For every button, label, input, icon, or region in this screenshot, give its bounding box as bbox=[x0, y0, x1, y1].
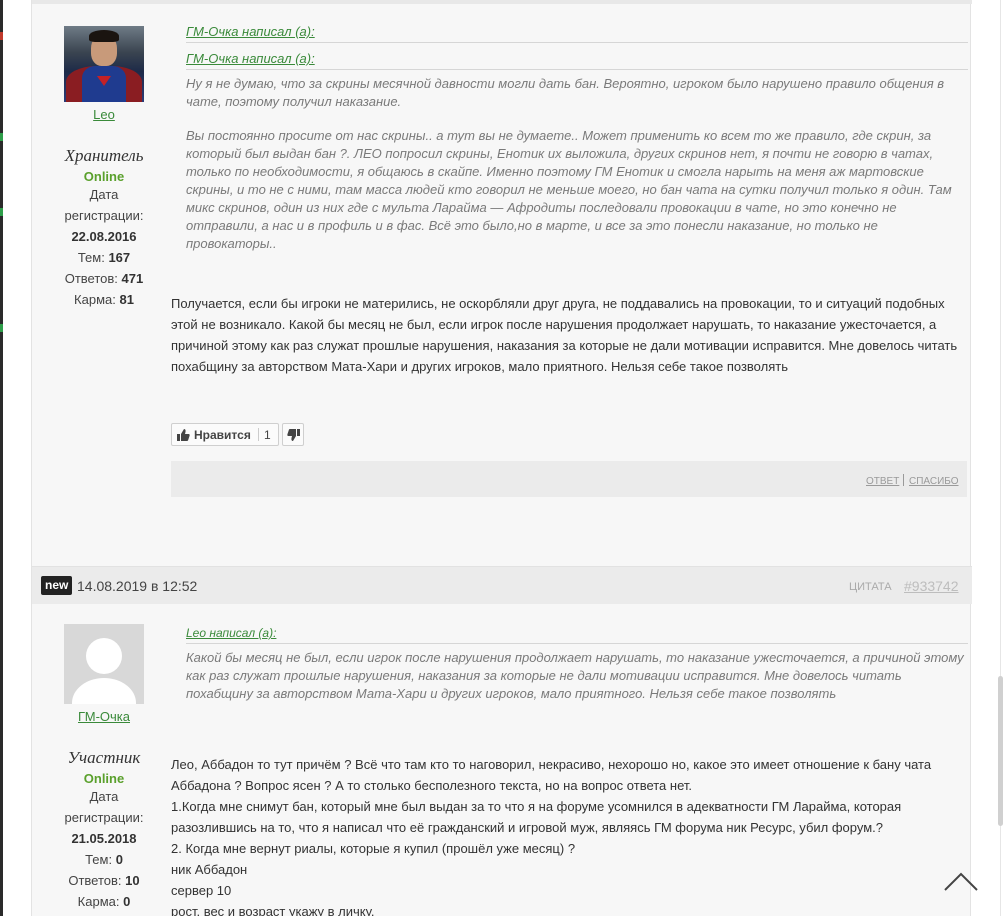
quote-outer: ГМ-Очка написал (а): ГМ-Очка написал (а)… bbox=[186, 24, 968, 253]
edge-marker bbox=[0, 32, 3, 40]
quote-author-link[interactable]: Leo написал (а): bbox=[186, 626, 968, 644]
divider bbox=[903, 474, 904, 486]
left-edge-strip bbox=[0, 0, 3, 916]
karma-count: 81 bbox=[119, 292, 134, 307]
replies-label: Ответов: bbox=[64, 271, 118, 286]
reg-date: 21.05.2018 bbox=[71, 831, 137, 846]
page-scrollbar[interactable] bbox=[997, 0, 1005, 916]
reg-date: 22.08.2016 bbox=[71, 229, 137, 244]
post-line: сервер 10 bbox=[171, 883, 232, 898]
author-role: Участник bbox=[67, 748, 141, 767]
post-actions-bar: ответ спасибо bbox=[171, 461, 967, 497]
post-line: Лео, Аббадон то тут причём ? Всё что там… bbox=[171, 757, 932, 793]
quote-outer: Leo написал (а): Какой бы месяц не был, … bbox=[186, 626, 968, 703]
online-status: Online bbox=[83, 169, 125, 184]
quote-button[interactable]: ЦИТАТА bbox=[849, 581, 892, 593]
reg-label: Дата bbox=[89, 187, 119, 202]
quote-author-link[interactable]: ГМ-Очка написал (а): bbox=[186, 51, 968, 70]
avatar[interactable] bbox=[64, 26, 144, 102]
karma-count: 0 bbox=[123, 894, 131, 909]
new-badge: new bbox=[41, 576, 73, 595]
edge-marker bbox=[0, 324, 3, 332]
edge-marker bbox=[0, 133, 3, 141]
like-count: 1 bbox=[264, 428, 271, 442]
post-body: Лео, Аббадон то тут причём ? Всё что там… bbox=[171, 754, 967, 916]
quote-text: Какой бы месяц не был, если игрок после … bbox=[186, 650, 964, 701]
user-placeholder-icon[interactable] bbox=[64, 624, 144, 704]
thanks-link[interactable]: спасибо bbox=[909, 476, 959, 487]
edge-marker bbox=[0, 208, 3, 216]
author-stats: Дата регистрации: 21.05.2018 Тем: 0 Отве… bbox=[44, 786, 164, 912]
scrollbar-thumb[interactable] bbox=[998, 676, 1003, 826]
author-role: Хранитель bbox=[64, 146, 144, 165]
post-line: рост, вес и возраст укажу в личку. bbox=[171, 904, 375, 916]
divider bbox=[258, 428, 259, 441]
reply-link[interactable]: ответ bbox=[866, 476, 899, 487]
post-permalink[interactable]: #933742 bbox=[904, 578, 959, 594]
author-name-link[interactable]: Leo bbox=[44, 107, 164, 122]
reg-label: регистрации: bbox=[64, 810, 144, 825]
author-name-link[interactable]: ГМ-Очка bbox=[44, 709, 164, 724]
post-author-panel: Leo Хранитель Online Дата регистрации: 2… bbox=[44, 26, 164, 310]
online-status: Online bbox=[83, 771, 125, 786]
dislike-button[interactable] bbox=[282, 423, 304, 446]
post-body: Получается, если бы игроки не матерились… bbox=[171, 296, 958, 374]
author-stats: Дата регистрации: 22.08.2016 Тем: 167 От… bbox=[44, 184, 164, 310]
thumbs-down-icon bbox=[287, 429, 300, 441]
replies-label: Ответов: bbox=[68, 873, 122, 888]
replies-count: 10 bbox=[125, 873, 140, 888]
quote-inner-text: Ну я не думаю, что за скрины месячной да… bbox=[186, 76, 945, 109]
post-line: ник Аббадон bbox=[171, 862, 248, 877]
like-label: Нравится bbox=[194, 428, 251, 442]
post-top-border bbox=[32, 0, 972, 4]
quote-outer-text: Вы постоянно просите от нас скрины.. а т… bbox=[186, 128, 952, 251]
topics-label: Тем: bbox=[77, 250, 105, 265]
topics-count: 0 bbox=[115, 852, 123, 867]
reg-label: регистрации: bbox=[64, 208, 144, 223]
thumbs-up-icon bbox=[177, 429, 190, 441]
topics-label: Тем: bbox=[85, 852, 113, 867]
post-line: 1.Когда мне снимут бан, который мне был … bbox=[171, 799, 902, 835]
post-author-panel: ГМ-Очка Участник Online Дата регистрации… bbox=[44, 624, 164, 912]
replies-count: 471 bbox=[121, 271, 144, 286]
karma-label: Карма: bbox=[74, 292, 116, 307]
post-line: 2. Когда мне вернут риалы, которые я куп… bbox=[171, 841, 576, 856]
scroll-top-chevron-icon[interactable] bbox=[943, 868, 979, 896]
post-date: 14.08.2019 в 12:52 bbox=[77, 578, 198, 594]
karma-label: Карма: bbox=[77, 894, 120, 909]
post-header: new 14.08.2019 в 12:52 ЦИТАТА #933742 bbox=[32, 566, 972, 604]
like-button[interactable]: Нравится 1 bbox=[171, 423, 279, 446]
reg-label: Дата bbox=[89, 789, 119, 804]
forum-thread: Leo Хранитель Online Дата регистрации: 2… bbox=[31, 0, 972, 916]
topics-count: 167 bbox=[108, 250, 131, 265]
quote-author-link[interactable]: ГМ-Очка написал (а): bbox=[186, 24, 968, 43]
